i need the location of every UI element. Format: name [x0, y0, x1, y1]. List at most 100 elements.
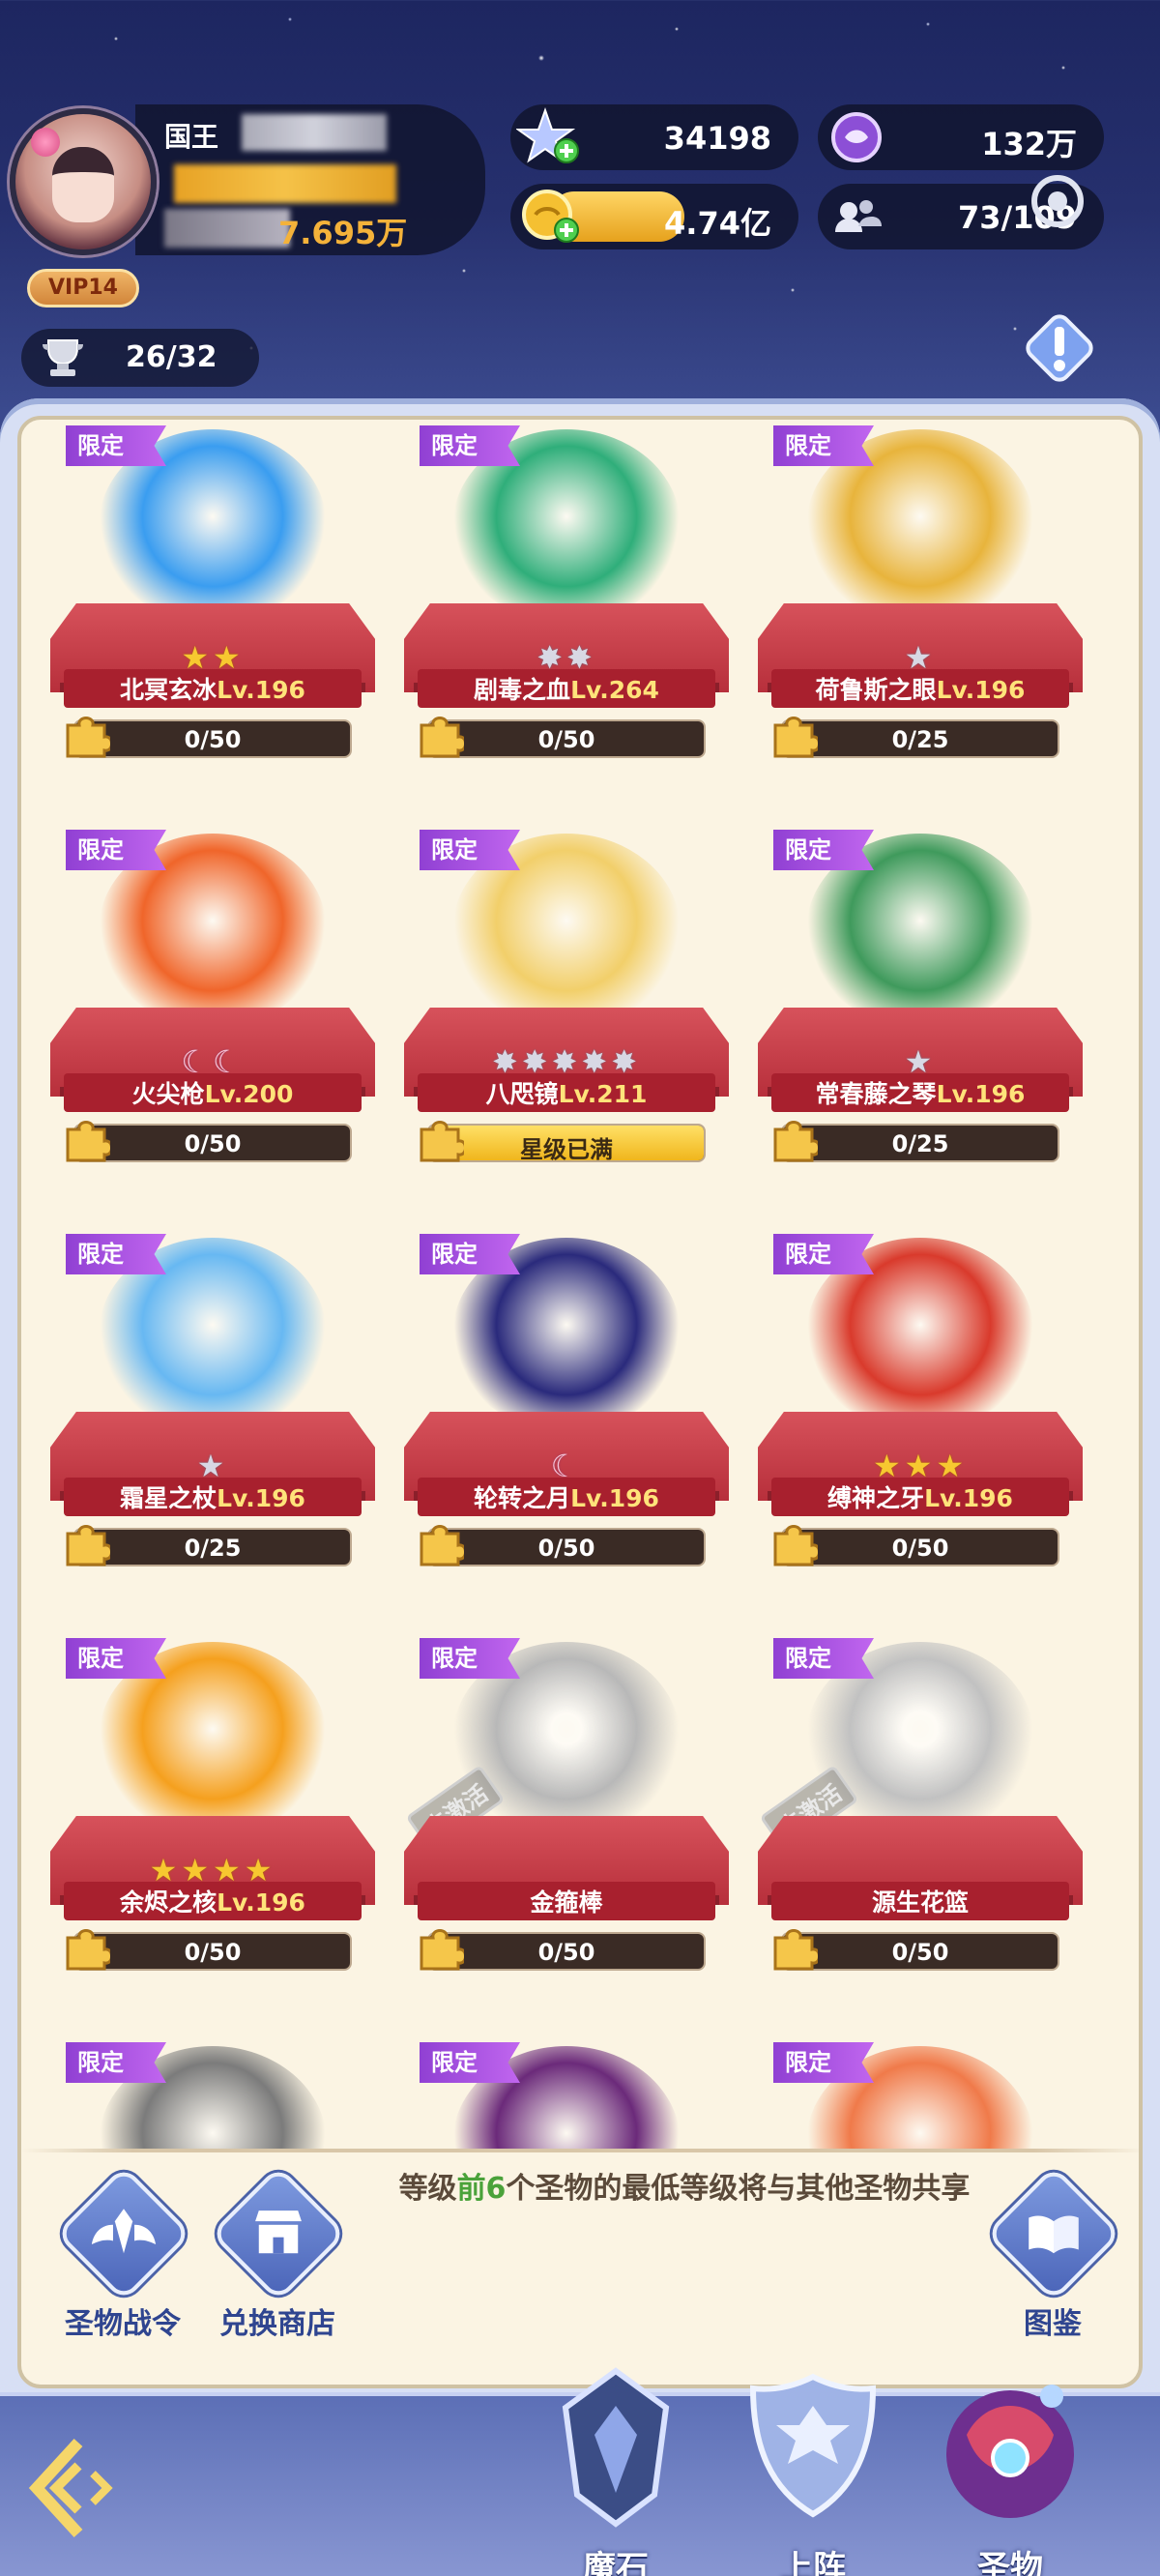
- fragment-progress: 0/50: [781, 1932, 1059, 1971]
- fragment-progress: 0/25: [781, 1124, 1059, 1162]
- purple-currency-value: 132万: [981, 126, 1077, 162]
- relic-name: 金箍棒: [530, 1888, 603, 1917]
- hair-flower-icon: [31, 128, 60, 157]
- limited-tag: 限定: [66, 1234, 166, 1274]
- tab-deploy[interactable]: 上阵: [731, 2357, 895, 2576]
- limited-tag: 限定: [420, 830, 520, 870]
- star-rating: ★: [904, 639, 937, 676]
- relic-level: Lv.196: [570, 1484, 659, 1512]
- relic-card[interactable]: 限定 ✸✸✸✸✸ 八咫镜Lv.211 星级已满: [404, 830, 729, 1182]
- relic-card[interactable]: 限定: [758, 2042, 1083, 2149]
- relic-name: 北冥玄冰: [120, 676, 218, 704]
- collection-count: 26/32: [126, 340, 218, 374]
- puzzle-piece-icon: [773, 1525, 818, 1566]
- relic-label: 常春藤之琴Lv.196: [758, 1075, 1083, 1110]
- star-rating: ✸✸✸✸✸: [491, 1043, 642, 1080]
- progress-text: 0/50: [891, 1939, 949, 1966]
- fragment-progress: 0/50: [73, 1124, 352, 1162]
- relic-card[interactable]: 限定 ★ 荷鲁斯之眼Lv.196 0/25: [758, 425, 1083, 777]
- alert-icon[interactable]: [1019, 307, 1100, 389]
- purple-coin-icon: [831, 112, 882, 162]
- codex-button[interactable]: 图鉴: [980, 2165, 1125, 2341]
- target-icon[interactable]: [1029, 172, 1087, 230]
- fragment-progress: 0/50: [427, 1932, 706, 1971]
- level-share-tip: 等级前6个圣物的最低等级将与其他圣物共享: [346, 2151, 1023, 2228]
- collection-counter[interactable]: 26/32: [21, 329, 259, 387]
- relic-grid[interactable]: 限定 ★★ 北冥玄冰Lv.196 0/50 限定 ✸✸ 剧毒之血Lv.264 0/50 限定 ★ 荷…: [21, 420, 1139, 2149]
- limited-tag: 限定: [420, 1638, 520, 1679]
- progress-text: 0/50: [537, 726, 595, 753]
- progress-text: 0/25: [891, 726, 949, 753]
- relic-card[interactable]: 限定 ★ 常春藤之琴Lv.196 0/25: [758, 830, 1083, 1182]
- star-rating: ★: [196, 1448, 229, 1484]
- star-rating: ☾☾: [181, 1043, 245, 1080]
- relic-name: 八咫镜: [485, 1080, 559, 1108]
- relic-level: Lv.196: [936, 1080, 1026, 1108]
- fragment-progress: 星级已满: [427, 1124, 706, 1163]
- fragment-progress: 0/50: [781, 1528, 1059, 1566]
- limited-tag: 限定: [66, 2042, 166, 2083]
- relic-panel-inner: 限定 ★★ 北冥玄冰Lv.196 0/50 限定 ✸✸ 剧毒之血Lv.264 0/50 限定 ★ 荷…: [17, 416, 1143, 2388]
- vip-badge[interactable]: VIP14: [27, 269, 139, 307]
- limited-tag: 限定: [66, 1638, 166, 1679]
- relic-card[interactable]: 限定: [50, 2042, 375, 2149]
- battle-pass-label: 圣物战令: [65, 2307, 181, 2341]
- trophy-icon: [43, 339, 83, 376]
- puzzle-piece-icon: [773, 1121, 818, 1162]
- limited-tag: 限定: [773, 1234, 874, 1274]
- purple-currency[interactable]: 132万: [818, 104, 1104, 170]
- relic-card[interactable]: 限定 ★★★★ 余烬之核Lv.196 0/50: [50, 1638, 375, 1990]
- relic-card[interactable]: 限定 ★ 霜星之杖Lv.196 0/25: [50, 1234, 375, 1586]
- relic-label: 余烬之核Lv.196: [50, 1884, 375, 1918]
- relic-name: 源生花篮: [871, 1888, 969, 1917]
- progress-text: 0/50: [891, 1535, 949, 1562]
- tab-relic[interactable]: 圣物: [928, 2357, 1092, 2576]
- relic-panel: 限定 ★★ 北冥玄冰Lv.196 0/50 限定 ✸✸ 剧毒之血Lv.264 0/50 限定 ★ 荷…: [0, 398, 1160, 2398]
- blurred-power-bar: [174, 164, 396, 203]
- book-icon: [1029, 2215, 1079, 2254]
- shop-icon: [255, 2210, 302, 2254]
- fragment-progress: 0/50: [427, 1528, 706, 1566]
- relic-name: 常春藤之琴: [815, 1080, 937, 1108]
- relic-dragon-icon: [946, 2385, 1074, 2518]
- relic-card[interactable]: 限定 ✸✸ 剧毒之血Lv.264 0/50: [404, 425, 729, 777]
- relic-card[interactable]: 限定 未激活 源生花篮 0/50: [758, 1638, 1083, 1990]
- relic-name: 缚神之牙: [827, 1484, 925, 1512]
- relic-label: 轮转之月Lv.196: [404, 1479, 729, 1514]
- progress-text: 0/25: [184, 1535, 242, 1562]
- crystal-star-icon: [516, 106, 579, 163]
- progress-text: 0/50: [184, 1130, 242, 1157]
- tip-highlight: 前6: [456, 2172, 507, 2206]
- puzzle-piece-icon: [66, 1525, 110, 1566]
- battle-pass-button[interactable]: 圣物战令: [50, 2165, 195, 2341]
- relic-name: 霜星之杖: [120, 1484, 218, 1512]
- relic-card[interactable]: 限定 ☾☾ 火尖枪Lv.200 0/50: [50, 830, 375, 1182]
- puzzle-piece-icon: [66, 1121, 110, 1162]
- relic-level: Lv.196: [936, 676, 1026, 704]
- limited-tag: 限定: [773, 830, 874, 870]
- player-profile[interactable]: 国王 7.695万: [10, 104, 485, 259]
- avatar[interactable]: [10, 108, 157, 255]
- limited-tag: 限定: [773, 425, 874, 466]
- gold-resource[interactable]: 4.74亿: [510, 184, 798, 249]
- tip-prefix: 等级: [398, 2172, 457, 2206]
- relic-name: 荷鲁斯之眼: [815, 676, 937, 704]
- crystal-resource[interactable]: 34198: [510, 104, 798, 170]
- player-name: 国王: [164, 121, 219, 153]
- tip-suffix: 个圣物的最低等级将与其他圣物共享: [506, 2172, 971, 2206]
- fragment-progress: 0/50: [73, 1932, 352, 1971]
- relic-card[interactable]: 限定 ★★★ 缚神之牙Lv.196 0/50: [758, 1234, 1083, 1586]
- limited-tag: 限定: [66, 425, 166, 466]
- back-arrow-icon[interactable]: [25, 2435, 131, 2541]
- relic-name: 火尖枪: [131, 1080, 205, 1108]
- relic-name: 余烬之核: [120, 1888, 218, 1917]
- tab-magic-stone[interactable]: 魔石: [534, 2357, 698, 2576]
- relic-card[interactable]: 限定 未激活 金箍棒 0/50: [404, 1638, 729, 1990]
- exchange-shop-button[interactable]: 兑换商店: [205, 2165, 350, 2341]
- relic-card[interactable]: 限定 ☾ 轮转之月Lv.196 0/50: [404, 1234, 729, 1586]
- wings-emblem-icon: [91, 2209, 157, 2254]
- relic-card[interactable]: 限定: [404, 2042, 729, 2149]
- tab-deploy-label: 上阵: [780, 2549, 846, 2576]
- relic-name: 轮转之月: [474, 1484, 571, 1512]
- relic-card[interactable]: 限定 ★★ 北冥玄冰Lv.196 0/50: [50, 425, 375, 777]
